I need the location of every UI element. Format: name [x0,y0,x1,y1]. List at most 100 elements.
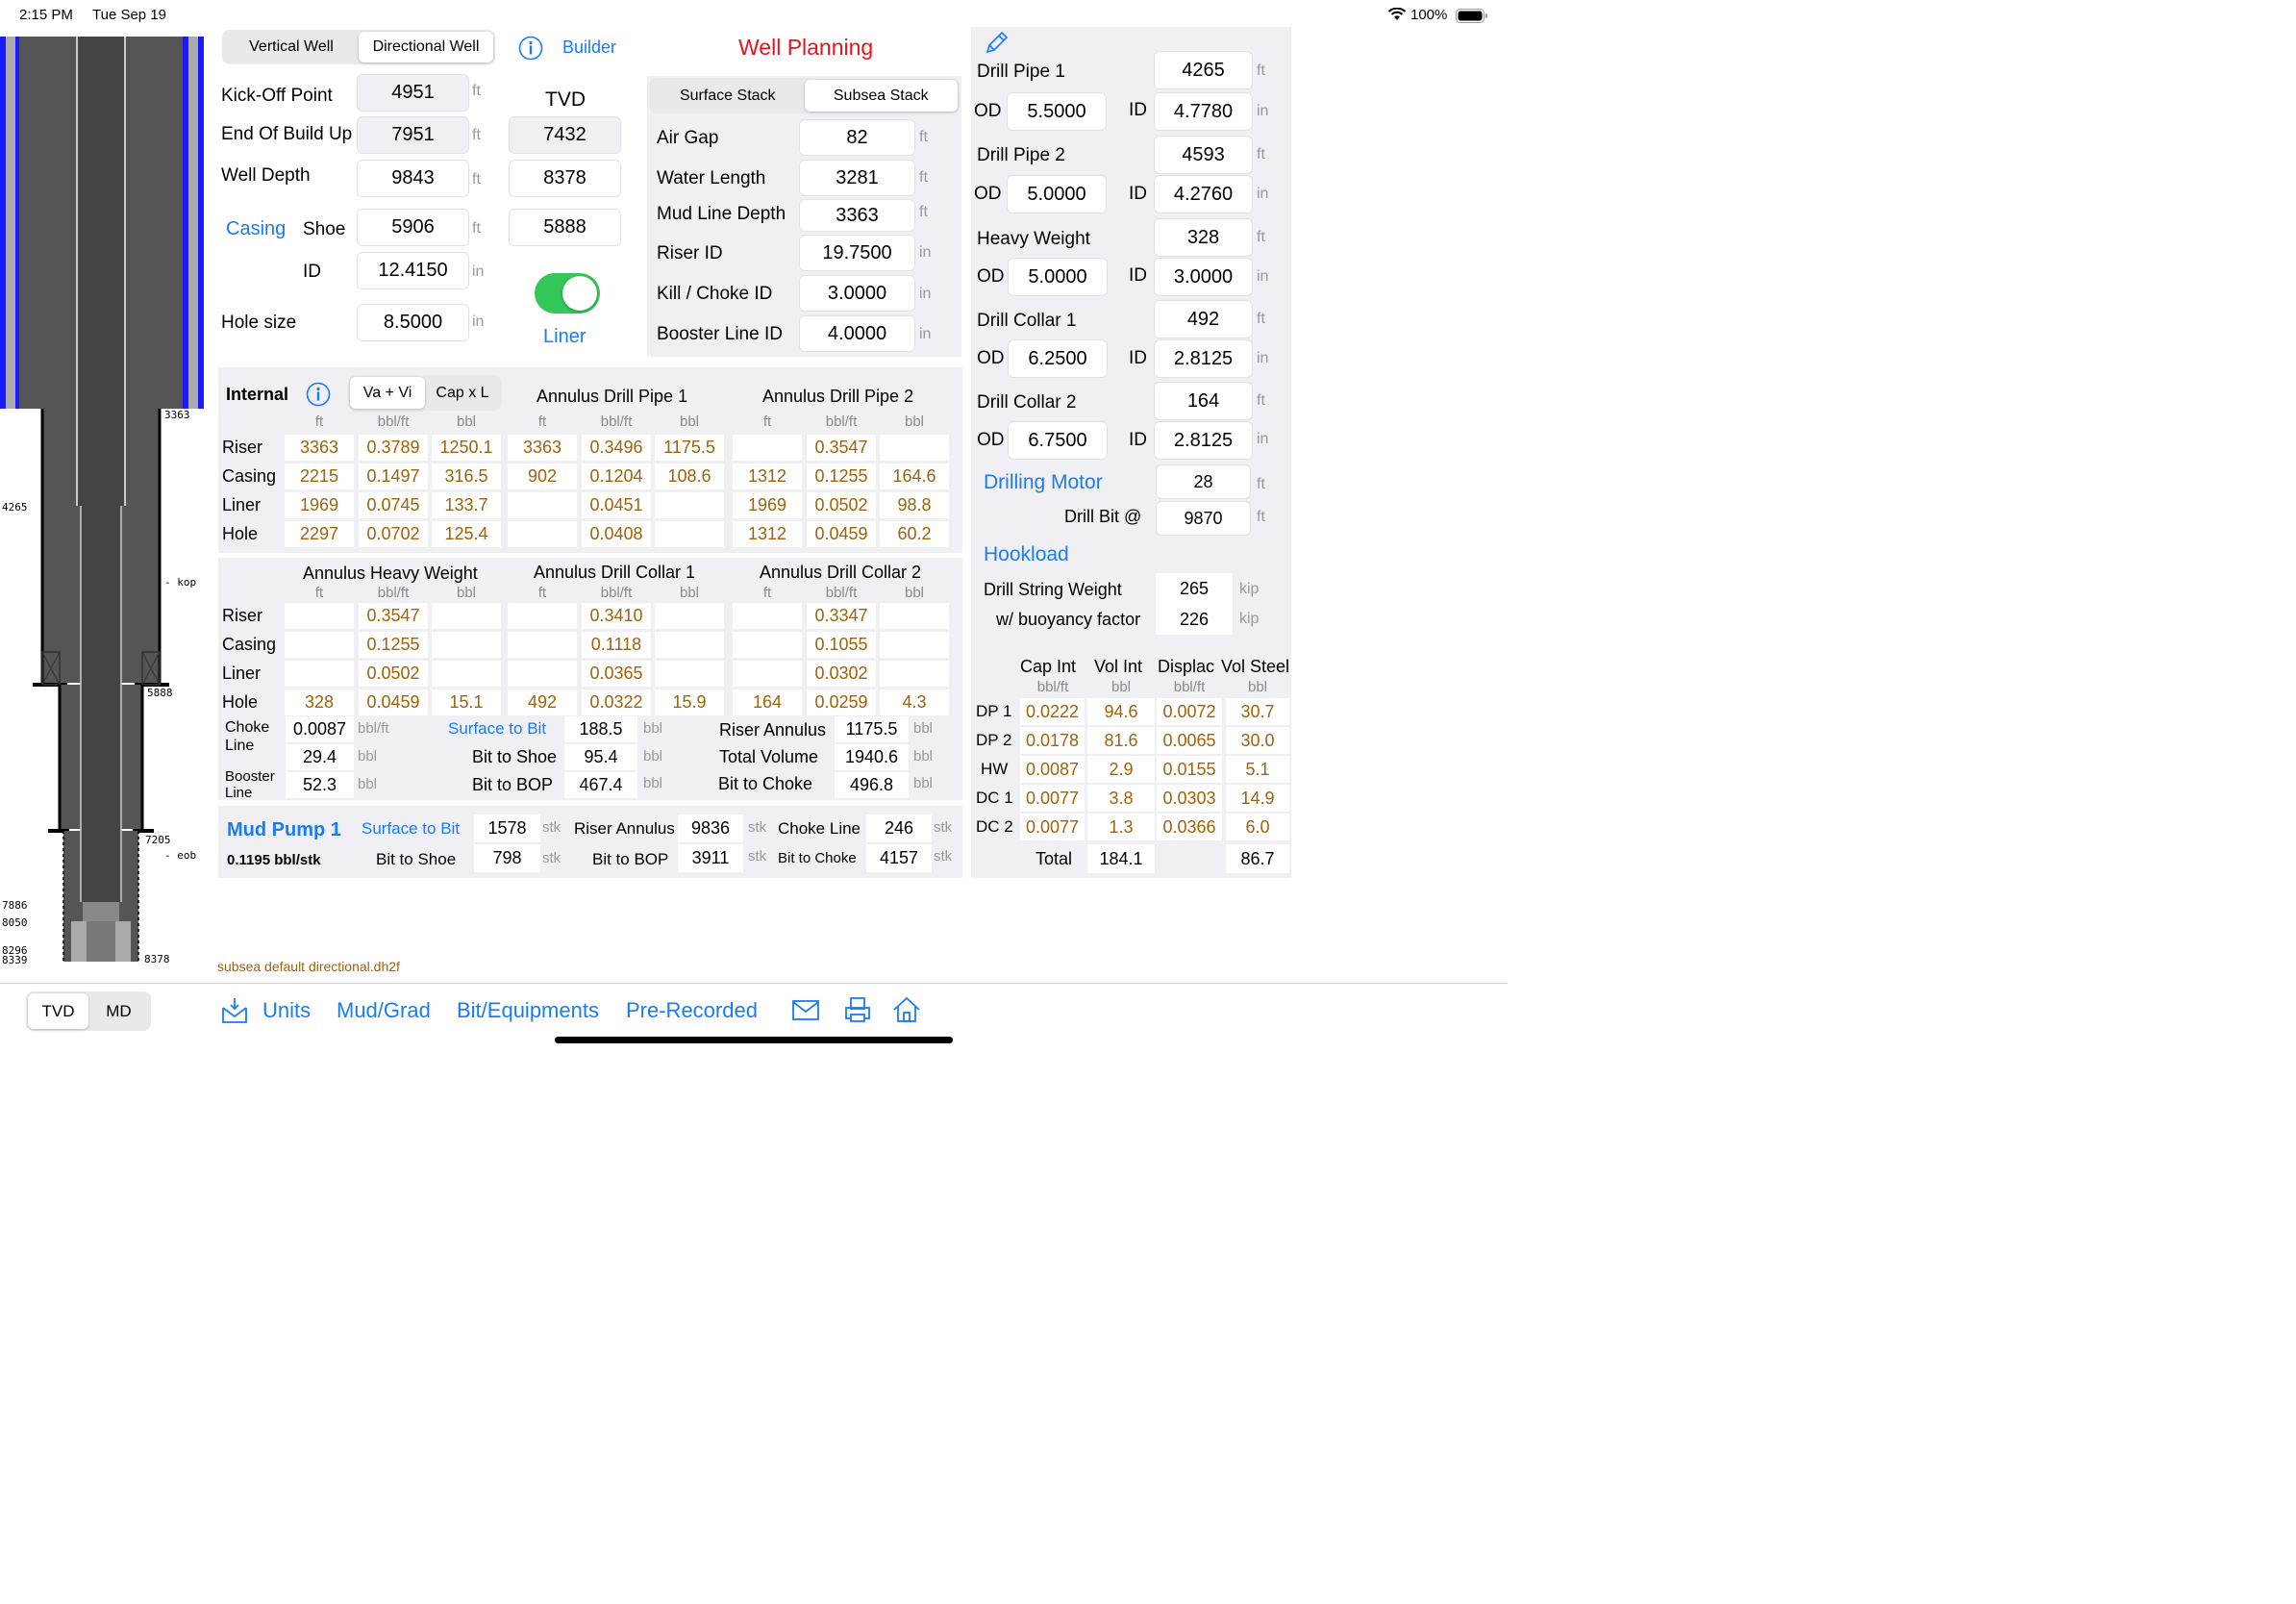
table-cell [733,435,802,461]
tvd-option[interactable]: TVD [28,993,88,1029]
info-icon[interactable] [306,382,331,407]
casing-id-input[interactable]: 12.4150 [357,252,469,289]
pre-recorded-button[interactable]: Pre-Recorded [626,998,758,1023]
id-label: ID [1129,265,1147,286]
vol-cell: 6.0 [1226,814,1289,840]
od-label: OD [974,101,1002,121]
unit-label: stk [934,819,953,836]
heavy-weight-od[interactable]: 5.0000 [1008,258,1108,296]
pump-bit-to-choke: 4157 [866,844,932,872]
unit-label: stk [542,850,562,866]
table-cell: 1175.5 [655,435,724,461]
heavy-weight-length[interactable]: 328 [1154,218,1253,257]
casing-link[interactable]: Casing [226,218,286,240]
col-unit: bbl [679,585,700,601]
drill-collar-2-od[interactable]: 6.7500 [1008,421,1108,460]
water-length-input[interactable]: 3281 [799,160,915,196]
open-mail-icon[interactable] [220,996,249,1025]
booster-vol-value: 52.3 [286,772,354,798]
riser-id-input[interactable]: 19.7500 [799,235,915,271]
table-cell [508,661,577,687]
toolbar-divider [0,983,1508,984]
col-unit: ft [314,585,324,601]
kickoff-input[interactable]: 4951 [357,74,469,112]
drill-collar-1-od[interactable]: 6.2500 [1008,339,1108,378]
table-cell: 0.0459 [359,689,428,715]
od-label: OD [974,184,1002,204]
vol-col-header: Vol Steel [1221,657,1290,676]
table-cell: 0.3789 [359,435,428,461]
table-cell: 164 [733,689,802,715]
unit-label: stk [542,819,562,836]
air-gap-input[interactable]: 82 [799,119,915,156]
end-of-build-input[interactable]: 7951 [357,116,469,154]
table-cell: 3363 [285,435,354,461]
drill-collar-2-length[interactable]: 164 [1154,382,1253,420]
drilling-motor-input[interactable]: 28 [1156,464,1251,499]
group-header: Annulus Drill Pipe 1 [537,387,688,406]
print-icon[interactable] [843,995,872,1024]
heavy-weight-id[interactable]: 3.0000 [1154,258,1253,296]
va-vi-option[interactable]: Va + Vi [350,377,425,409]
hookload-link[interactable]: Hookload [984,543,1069,566]
drill-pipe-1-od[interactable]: 5.5000 [1007,92,1107,131]
md-option[interactable]: MD [88,993,149,1029]
col-unit: ft [762,585,772,601]
table-cell: 0.1255 [807,464,876,489]
liner-label[interactable]: Liner [543,326,586,348]
drill-pipe-2-id[interactable]: 4.2760 [1154,175,1253,213]
well-depth-input[interactable]: 9843 [357,160,469,197]
drill-pipe-1-id[interactable]: 4.7780 [1154,92,1253,131]
mud-pump-link[interactable]: Mud Pump 1 [227,819,341,841]
mud-line-label: Mud Line Depth [657,204,786,224]
drill-collar-1-id[interactable]: 2.8125 [1154,339,1253,378]
subsea-stack-option[interactable]: Subsea Stack [804,80,958,112]
vol-cell: 0.0087 [1020,756,1085,783]
hole-size-input[interactable]: 8.5000 [357,304,469,341]
unit-label: ft [1257,392,1265,409]
table-cell [880,603,949,629]
info-icon[interactable] [518,36,543,61]
table-cell [655,632,724,658]
table-cell [655,661,724,687]
surface-stack-option[interactable]: Surface Stack [651,80,805,112]
units-button[interactable]: Units [262,998,311,1023]
row-label: Liner [222,664,262,683]
drilling-motor-link[interactable]: Drilling Motor [984,471,1103,494]
shoe-input[interactable]: 5906 [357,209,469,246]
booster-id-input[interactable]: 4.0000 [799,315,915,352]
drill-collar-1-length[interactable]: 492 [1154,300,1253,338]
table-cell: 1969 [285,492,354,518]
drill-collar-2-id[interactable]: 2.8125 [1154,421,1253,460]
surface-to-bit-link[interactable]: Surface to Bit [448,719,546,739]
kill-choke-id-input[interactable]: 3.0000 [799,275,915,312]
unit-label: ft [1257,476,1265,492]
buoyancy-label: w/ buoyancy factor [996,610,1141,629]
hole-size-label: Hole size [221,313,297,333]
unit-label: bbl [913,748,934,764]
directional-well-option[interactable]: Directional Well [359,32,493,63]
drill-pipe-1-length[interactable]: 4265 [1154,51,1253,89]
unit-label: stk [748,819,767,836]
unit-label: in [472,313,485,330]
liner-toggle[interactable] [535,273,600,313]
pencil-icon[interactable] [984,29,1011,56]
pump-riser-annulus-label: Riser Annulus [574,819,675,838]
cap-l-option[interactable]: Cap x L [425,377,500,409]
mud-grad-button[interactable]: Mud/Grad [337,998,431,1023]
table-cell: 0.0302 [807,661,876,687]
builder-link[interactable]: Builder [562,38,616,58]
table-cell: 0.0408 [582,521,651,547]
drill-pipe-2-od[interactable]: 5.0000 [1007,175,1107,213]
bit-to-choke-label: Bit to Choke [718,774,813,793]
table-cell [508,492,577,518]
pump-surface-to-bit-link[interactable]: Surface to Bit [362,819,460,839]
vertical-well-option[interactable]: Vertical Well [224,32,359,63]
pump-choke-line-label: Choke Line [778,819,861,838]
mail-icon[interactable] [791,998,820,1023]
string-weight-value: 265 [1156,573,1233,604]
depth-label: 3363 [164,409,190,421]
drill-pipe-2-length[interactable]: 4593 [1154,136,1253,174]
home-icon[interactable] [892,995,921,1024]
bit-equipments-button[interactable]: Bit/Equipments [457,998,599,1023]
